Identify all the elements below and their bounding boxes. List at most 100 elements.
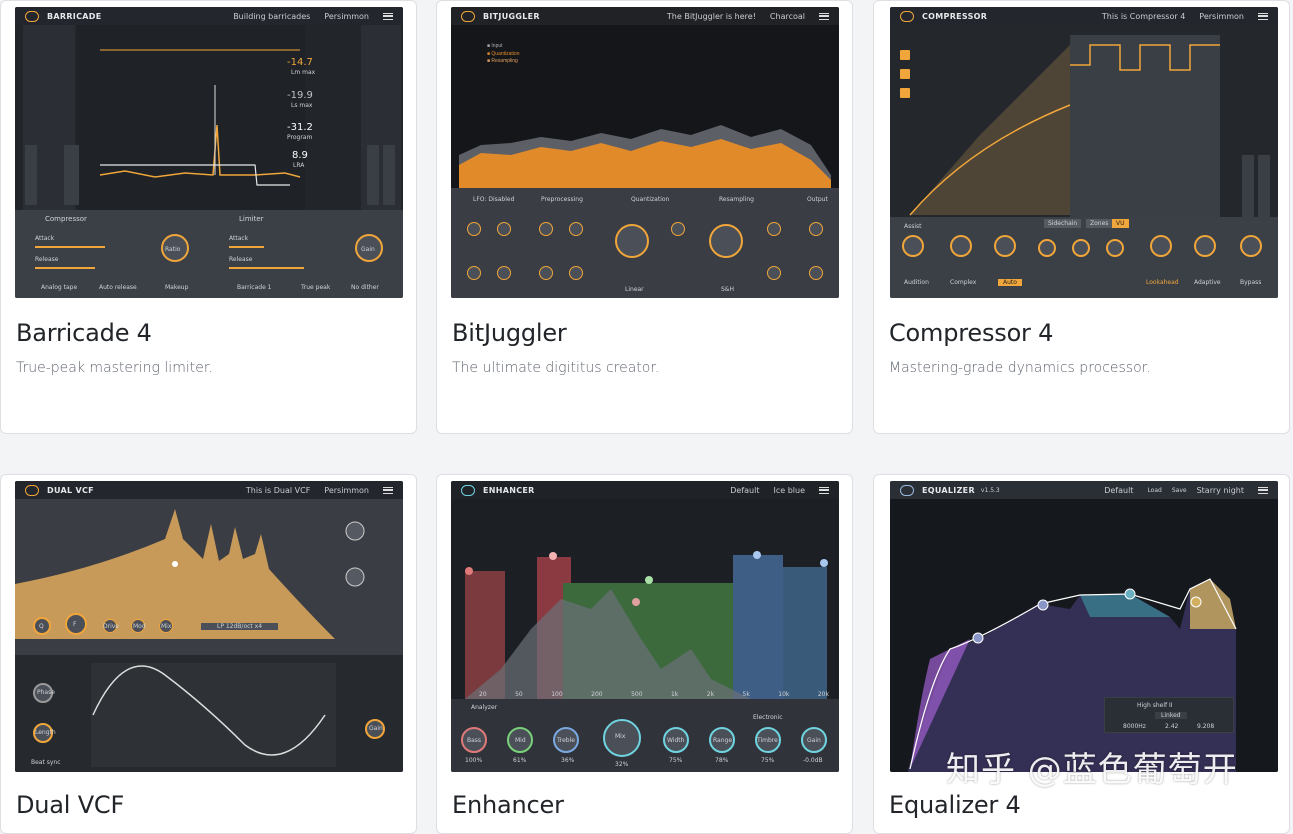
knee-knob[interactable] xyxy=(1072,239,1090,257)
resample-mode[interactable]: S&H xyxy=(721,286,734,293)
waveform-graph xyxy=(23,25,401,210)
section-output: Output xyxy=(807,196,828,203)
plugin-name: BARRICADE xyxy=(47,11,102,21)
envelope-knob[interactable] xyxy=(671,222,685,236)
period-knob[interactable] xyxy=(467,222,481,236)
limiter-attack-slider[interactable] xyxy=(229,246,264,248)
tab-sidechain[interactable]: Sidechain xyxy=(1044,219,1082,228)
theme-name: Ice blue xyxy=(773,485,805,495)
section-lfo[interactable]: LFO: Disabled xyxy=(473,196,514,203)
analyzer-toggle[interactable]: Analyzer xyxy=(471,704,497,711)
btn-complex[interactable]: Complex xyxy=(950,279,976,286)
plugin-title[interactable]: Equalizer 4 xyxy=(889,791,1021,819)
assist-label[interactable]: Assist xyxy=(904,223,922,230)
plugin-card-compressor[interactable]: COMPRESSOR This is Compressor 4 Persimmo… xyxy=(873,0,1290,434)
save-button[interactable]: Save xyxy=(1172,487,1187,494)
plugin-screenshot[interactable]: BITJUGGLER The BitJuggler is here! Charc… xyxy=(451,7,839,298)
footer-true-peak[interactable]: True peak xyxy=(301,284,330,291)
highpass-knob[interactable] xyxy=(539,266,553,280)
plugin-card-enhancer[interactable]: ENHANCER Default Ice blue 20 50 100 200 … xyxy=(436,474,853,834)
svg-text:■ Input: ■ Input xyxy=(487,43,503,49)
lfo-rate-knob[interactable] xyxy=(497,266,511,280)
lfo-waveform xyxy=(91,663,336,767)
plugin-card-dual-vcf[interactable]: DUAL VCF This is Dual VCF Persimmon Q F … xyxy=(0,474,417,834)
param-drive: Drive xyxy=(103,623,119,630)
plugin-screenshot[interactable]: ENHANCER Default Ice blue 20 50 100 200 … xyxy=(451,481,839,772)
param-attack: Attack xyxy=(35,235,55,242)
param-gain: Gain xyxy=(807,737,821,744)
lfo-depth-knob[interactable] xyxy=(467,266,481,280)
attack-knob[interactable] xyxy=(1150,235,1172,257)
readout-program: -31.2 xyxy=(287,122,313,133)
theme-name: Starry night xyxy=(1196,485,1244,495)
band-popover[interactable]: High shelf II Linked 8000Hz 2.42 9.208 xyxy=(1104,697,1234,733)
readout-lm: -14.7 xyxy=(287,57,313,68)
amount-knob[interactable] xyxy=(1240,235,1262,257)
plugin-title[interactable]: Dual VCF xyxy=(16,791,124,819)
band-freq[interactable]: 8000Hz xyxy=(1123,723,1146,730)
load-button[interactable]: Load xyxy=(1147,487,1161,494)
threshold-knob[interactable] xyxy=(902,235,924,257)
btn-auto[interactable]: Auto xyxy=(998,279,1022,286)
makeup-knob[interactable] xyxy=(994,235,1016,257)
logo-icon xyxy=(900,10,914,22)
btn-bypass[interactable]: Bypass xyxy=(1240,279,1261,286)
freq-tick: 5k xyxy=(742,691,750,698)
attack-slider[interactable] xyxy=(35,246,105,248)
ad-knob[interactable] xyxy=(767,222,781,236)
plugin-screenshot[interactable]: COMPRESSOR This is Compressor 4 Persimmo… xyxy=(890,7,1278,298)
plugin-card-barricade[interactable]: BARRICADE Building barricades Persimmon xyxy=(0,0,417,434)
range-knob[interactable] xyxy=(1038,239,1056,257)
plugin-title[interactable]: Barricade 4 xyxy=(16,319,152,347)
plugin-title[interactable]: Compressor 4 xyxy=(889,319,1053,347)
footer-makeup[interactable]: Makeup xyxy=(165,284,188,291)
amount-knob[interactable] xyxy=(809,266,823,280)
hold-knob[interactable] xyxy=(1106,239,1124,257)
da-knob[interactable] xyxy=(767,266,781,280)
readout-lm-label: Lm max xyxy=(291,69,316,76)
footer-analog-tape[interactable]: Analog tape xyxy=(41,284,77,291)
filter-type-select[interactable]: LP 12dB/oct x4 xyxy=(201,623,279,630)
band-q[interactable]: 2.42 xyxy=(1165,723,1178,730)
drive-knob[interactable] xyxy=(539,222,553,236)
rate-knob[interactable] xyxy=(709,224,743,258)
gain-knob[interactable] xyxy=(809,222,823,236)
plugin-screenshot[interactable]: BARRICADE Building barricades Persimmon xyxy=(15,7,403,298)
plugin-header: COMPRESSOR This is Compressor 4 Persimmo… xyxy=(890,7,1278,25)
menu-icon xyxy=(1258,486,1268,494)
mode-select[interactable]: Electronic xyxy=(753,714,783,721)
preset-name: This is Compressor 4 xyxy=(1101,11,1186,21)
emphasis-knob[interactable] xyxy=(569,222,583,236)
band-type-select[interactable]: High shelf II xyxy=(1137,702,1173,709)
footer-barricade-preset[interactable]: Barricade 1 xyxy=(237,284,272,291)
btn-audition[interactable]: Audition xyxy=(904,279,929,286)
readout-ls: -19.9 xyxy=(287,90,313,101)
phase-knob[interactable] xyxy=(497,222,511,236)
limiter-release-slider[interactable] xyxy=(229,267,304,269)
width-knob[interactable] xyxy=(569,266,583,280)
footer-auto-release[interactable]: Auto release xyxy=(99,284,137,291)
plugin-screenshot[interactable]: DUAL VCF This is Dual VCF Persimmon Q F … xyxy=(15,481,403,772)
link-toggle[interactable]: Linked xyxy=(1155,712,1187,719)
menu-icon xyxy=(383,486,393,494)
tab-vu[interactable]: VU xyxy=(1112,219,1129,228)
plugin-title[interactable]: Enhancer xyxy=(452,791,564,819)
plugin-screenshot[interactable]: EQUALIZER v1.5.3 Default Load Save Starr… xyxy=(890,481,1278,772)
depth-knob[interactable] xyxy=(615,224,649,258)
tab-zones[interactable]: Zones xyxy=(1086,219,1113,228)
band-graph xyxy=(465,551,828,699)
plugin-description: True-peak mastering limiter. xyxy=(16,360,213,376)
param-bass: Bass xyxy=(467,737,482,744)
plugin-card-bitjuggler[interactable]: BITJUGGLER The BitJuggler is here! Charc… xyxy=(436,0,853,434)
quantize-mode[interactable]: Linear xyxy=(625,286,644,293)
band-gain[interactable]: 9.208 xyxy=(1197,723,1214,730)
beat-sync-toggle[interactable]: Beat sync xyxy=(31,759,61,766)
param-ratio: Ratio xyxy=(165,246,181,253)
plugin-title[interactable]: BitJuggler xyxy=(452,319,567,347)
ratio-knob[interactable] xyxy=(950,235,972,257)
release-slider[interactable] xyxy=(35,267,95,269)
btn-lookahead[interactable]: Lookahead xyxy=(1146,279,1179,286)
btn-adaptive[interactable]: Adaptive xyxy=(1194,279,1221,286)
release-knob[interactable] xyxy=(1194,235,1216,257)
footer-dither[interactable]: No dither xyxy=(351,284,379,291)
